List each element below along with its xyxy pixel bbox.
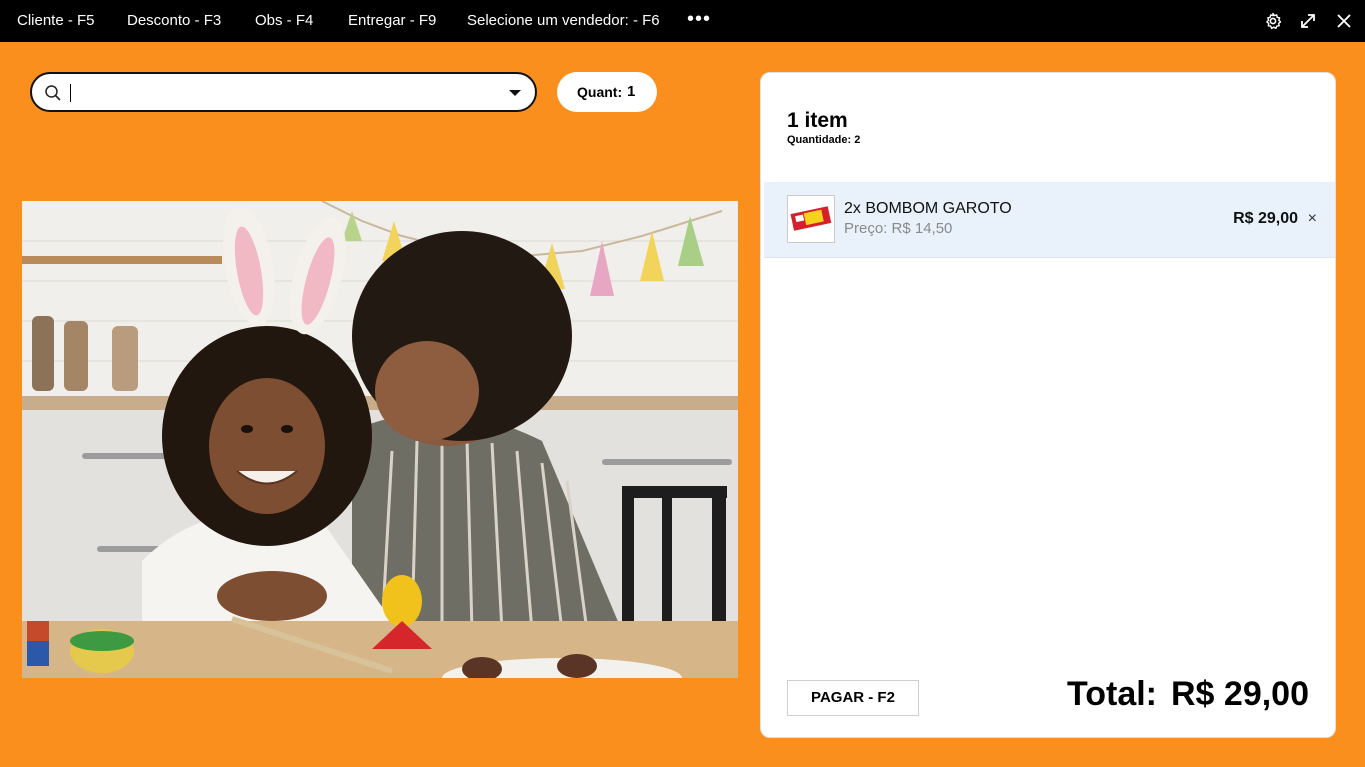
cart-panel: 1 item Quantidade: 2 2x BOMBOM GAROTO Pr… xyxy=(760,72,1336,738)
gear-icon[interactable] xyxy=(1263,11,1283,31)
pay-button[interactable]: PAGAR - F2 xyxy=(787,680,919,716)
total-label: Total: xyxy=(1066,675,1157,713)
menu-obs[interactable]: Obs - F4 xyxy=(255,12,313,29)
more-options-button[interactable]: ••• xyxy=(687,7,711,31)
menu-cliente[interactable]: Cliente - F5 xyxy=(17,12,95,29)
quantity-label: Quant: xyxy=(577,84,623,100)
cart-item-count: 1 item xyxy=(787,109,848,132)
item-name: 2x BOMBOM GAROTO xyxy=(844,200,1012,217)
text-caret xyxy=(70,84,71,102)
product-thumbnail xyxy=(787,195,835,243)
cart-quantity-summary: Quantidade: 2 xyxy=(787,134,861,146)
menu-vendedor[interactable]: Selecione um vendedor: - F6 xyxy=(467,12,660,29)
quantity-value[interactable]: 1 xyxy=(627,83,635,100)
menu-entregar[interactable]: Entregar - F9 xyxy=(348,12,436,29)
cart-item-row[interactable]: 2x BOMBOM GAROTO Preço: R$ 14,50 R$ 29,0… xyxy=(764,182,1335,258)
bombom-package-image xyxy=(790,206,832,231)
menu-desconto[interactable]: Desconto - F3 xyxy=(127,12,221,29)
search-input[interactable] xyxy=(68,80,488,104)
total-value: R$ 29,00 xyxy=(1171,675,1309,713)
close-icon[interactable] xyxy=(1334,11,1354,31)
promo-photo xyxy=(22,201,738,678)
top-menu-bar: Cliente - F5 Desconto - F3 Obs - F4 Entr… xyxy=(0,0,1365,42)
search-icon xyxy=(45,85,61,101)
easter-photo-illustration xyxy=(22,201,738,678)
chevron-down-icon[interactable] xyxy=(509,90,521,96)
cart-total: Total: R$ 29,00 xyxy=(1067,675,1309,714)
product-search-box[interactable] xyxy=(30,72,537,112)
remove-item-icon[interactable]: × xyxy=(1308,211,1317,227)
item-unit-price: Preço: R$ 14,50 xyxy=(844,220,953,237)
quantity-field[interactable]: Quant: 1 xyxy=(557,72,657,112)
item-total: R$ 29,00 xyxy=(1233,210,1298,227)
expand-icon[interactable] xyxy=(1298,11,1318,31)
